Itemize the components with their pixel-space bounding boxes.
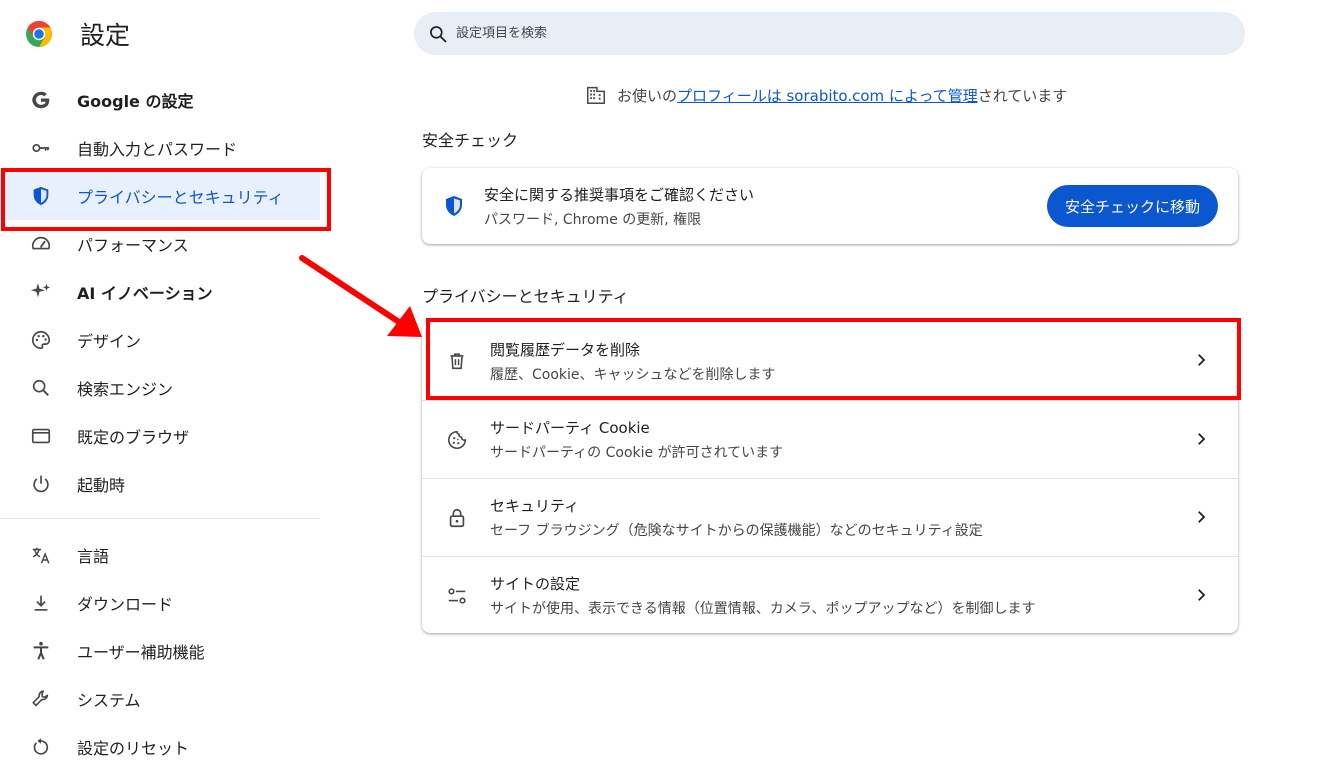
page-title: 設定: [80, 21, 131, 50]
managed-suffix: されています: [977, 86, 1068, 105]
sidebar-item-label: デザイン: [77, 332, 142, 351]
chevron-right-icon: [1198, 589, 1206, 601]
site-settings-row[interactable]: サイトの設定 サイトが使用、表示できる情報（位置情報、カメラ、ポップアップなど）…: [422, 556, 1238, 634]
sidebar-item-default-browser[interactable]: 既定のブラウザ: [0, 412, 320, 460]
sidebar-item-system[interactable]: システム: [0, 675, 320, 723]
annotation-highlight-box: [426, 318, 1241, 400]
cookie-icon: [446, 429, 468, 451]
managed-profile-link[interactable]: プロフィールは sorabito.com によって管理: [677, 85, 978, 106]
palette-icon: [30, 329, 52, 351]
safety-check-subtitle: パスワード, Chrome の更新, 権限: [484, 211, 702, 228]
sidebar-item-search-engine[interactable]: 検索エンジン: [0, 364, 320, 412]
sidebar-item-downloads[interactable]: ダウンロード: [0, 579, 320, 627]
search-icon: [430, 25, 447, 42]
sidebar-item-label: 起動時: [77, 476, 126, 495]
shield-icon: [30, 185, 52, 207]
managed-profile-notice: お使いの プロフィールは sorabito.com によって管理 されています: [585, 84, 1067, 106]
row-title: セキュリティ: [490, 497, 580, 515]
search-bar[interactable]: [414, 12, 1245, 55]
safety-check-title: 安全に関する推奨事項をご確認ください: [484, 185, 755, 204]
sidebar-item-performance[interactable]: パフォーマンス: [0, 220, 320, 268]
speedometer-icon: [30, 233, 52, 255]
row-title: サイトの設定: [490, 575, 581, 593]
wrench-icon: [30, 688, 52, 710]
row-title: サードパーティ Cookie: [490, 419, 650, 437]
google-g-icon: [30, 89, 52, 111]
safety-check-card: 安全に関する推奨事項をご確認ください パスワード, Chrome の更新, 権限…: [422, 168, 1238, 244]
search-input[interactable]: [456, 26, 1156, 41]
third-party-cookies-row[interactable]: サードパーティ Cookie サードパーティの Cookie が許可されています: [422, 400, 1238, 478]
sidebar-item-label: 検索エンジン: [77, 380, 174, 399]
sparkle-icon: [30, 281, 52, 303]
building-icon: [587, 86, 605, 104]
managed-prefix: お使いの: [617, 86, 678, 105]
sidebar-item-google[interactable]: Google の設定: [0, 76, 320, 124]
reset-icon: [30, 736, 52, 758]
sidebar-item-label: Google の設定: [77, 92, 194, 111]
power-icon: [30, 473, 52, 495]
browser-window-icon: [30, 425, 52, 447]
sidebar-item-label: 自動入力とパスワード: [77, 140, 238, 159]
row-subtitle: セーフ ブラウジング（危険なサイトからの保護機能）などのセキュリティ設定: [490, 523, 983, 539]
sidebar-item-languages[interactable]: 言語: [0, 531, 320, 579]
sidebar-item-ai[interactable]: AI イノベーション: [0, 268, 320, 316]
search-icon: [30, 377, 52, 399]
sidebar-item-label: ユーザー補助機能: [77, 643, 205, 662]
sidebar-item-design[interactable]: デザイン: [0, 316, 320, 364]
security-row[interactable]: セキュリティ セーフ ブラウジング（危険なサイトからの保護機能）などのセキュリテ…: [422, 478, 1238, 556]
accessibility-icon: [30, 640, 52, 662]
sidebar-item-label: パフォーマンス: [77, 236, 189, 255]
sidebar-item-label: 設定のリセット: [77, 739, 190, 758]
chrome-logo-icon: [25, 20, 53, 48]
sidebar-item-label: プライバシーとセキュリティ: [77, 188, 284, 207]
shield-icon: [446, 196, 462, 216]
translate-icon: [30, 544, 52, 566]
go-to-safety-check-button[interactable]: 安全チェックに移動: [1046, 185, 1218, 227]
sidebar-item-privacy-security[interactable]: プライバシーとセキュリティ: [0, 168, 331, 231]
sliders-icon: [446, 585, 468, 607]
sidebar-item-reset[interactable]: 設定のリセット: [0, 723, 320, 771]
privacy-security-heading: プライバシーとセキュリティ: [422, 287, 629, 306]
sidebar-item-label: システム: [77, 691, 141, 710]
sidebar-item-label: AI イノベーション: [77, 284, 213, 303]
sidebar-nav: Google の設定 自動入力とパスワード プライバシーとセキュリティ パフォー…: [0, 76, 331, 771]
sidebar-item-label: 既定のブラウザ: [77, 428, 190, 447]
sidebar-item-label: 言語: [77, 547, 110, 566]
row-subtitle: サードパーティの Cookie が許可されています: [490, 445, 784, 461]
download-icon: [30, 592, 52, 614]
lock-icon: [446, 507, 468, 529]
safety-check-heading: 安全チェック: [422, 131, 519, 150]
sidebar-item-label: ダウンロード: [77, 595, 174, 614]
row-subtitle: サイトが使用、表示できる情報（位置情報、カメラ、ポップアップなど）を制御します: [490, 601, 1036, 617]
key-icon: [30, 137, 52, 159]
sidebar-divider: [0, 518, 320, 519]
chevron-right-icon: [1198, 433, 1206, 445]
chevron-right-icon: [1198, 511, 1206, 523]
sidebar-item-autofill[interactable]: 自動入力とパスワード: [0, 124, 320, 172]
sidebar-item-startup[interactable]: 起動時: [0, 460, 320, 508]
sidebar-item-accessibility[interactable]: ユーザー補助機能: [0, 627, 320, 675]
